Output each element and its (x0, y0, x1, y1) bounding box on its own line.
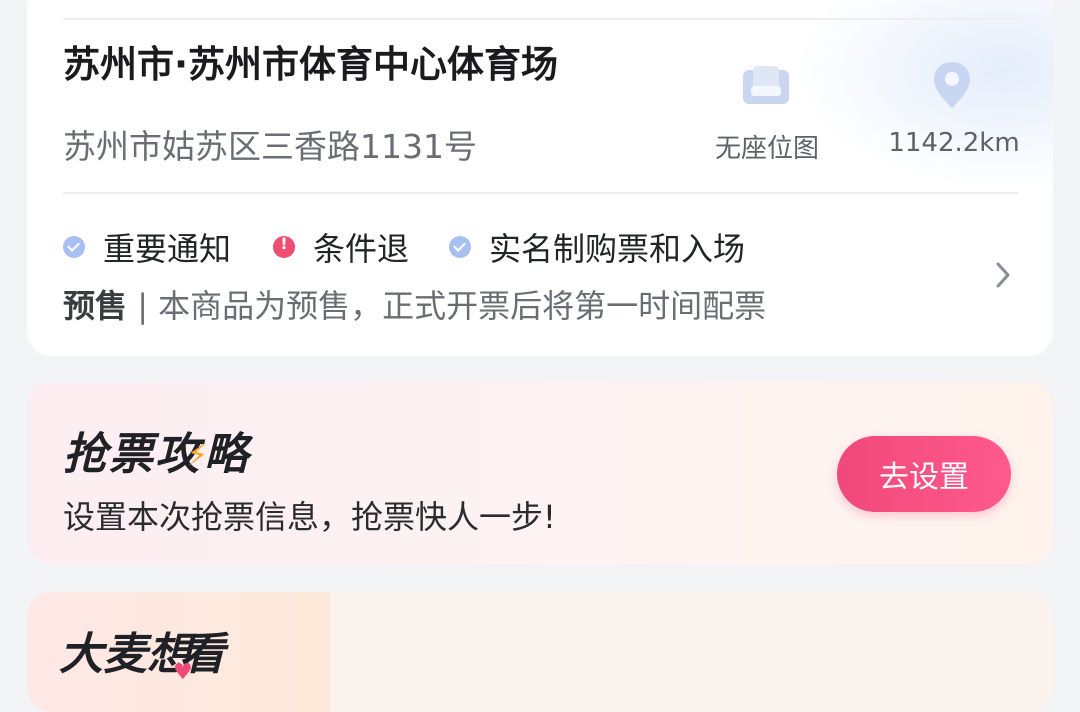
want-to-see-card: 大麦想♥看 (27, 592, 1053, 712)
venue-name[interactable]: 苏州市·苏州市体育中心体育场 (63, 34, 558, 88)
seat-map-icon[interactable] (739, 62, 793, 110)
venue-card: 苏州市·苏州市体育中心体育场 苏州市姑苏区三香路1131号 无座位图 1142.… (27, 0, 1053, 356)
strategy-subtitle: 设置本次抢票信息，抢票快人一步! (63, 498, 556, 536)
notice-tag-realname[interactable]: 实名制购票和入场 (449, 224, 745, 270)
want-title-part: 大麦 (59, 629, 147, 680)
strategy-title-part: 略 (204, 429, 251, 480)
presale-notice[interactable]: 预售 | 本商品为预售，正式开票后将第一时间配票 (63, 281, 766, 327)
strategy-title: 抢票攻⚡略 (63, 418, 250, 482)
presale-label: 预售 (63, 287, 128, 325)
strategy-title-part: 抢票 (63, 429, 155, 480)
top-divider (63, 18, 1019, 20)
notice-tag-label: 实名制购票和入场 (489, 230, 746, 268)
go-settings-button[interactable]: 去设置 (837, 436, 1011, 512)
check-badge-icon (449, 236, 471, 258)
notice-tag-label: 重要通知 (103, 230, 232, 268)
mid-divider (63, 192, 1019, 194)
check-badge-icon (63, 236, 85, 258)
notice-tag-refund[interactable]: 条件退 (273, 224, 409, 270)
venue-address[interactable]: 苏州市姑苏区三香路1131号 (63, 120, 477, 168)
seat-map-label[interactable]: 无座位图 (707, 128, 827, 165)
notice-tag-important[interactable]: 重要通知 (63, 224, 231, 270)
chevron-right-icon[interactable] (993, 260, 1013, 290)
warning-icon (273, 234, 295, 258)
want-title: 大麦想♥看 (59, 618, 225, 685)
presale-text: | 本商品为预售，正式开票后将第一时间配票 (127, 287, 767, 325)
heart-icon: ♥ (173, 660, 193, 685)
lightning-icon: ⚡ (187, 438, 211, 473)
ticket-strategy-card: 抢票攻⚡略 设置本次抢票信息，抢票快人一步! 去设置 (27, 382, 1053, 564)
venue-card-glow (793, 0, 1053, 190)
distance-label[interactable]: 1142.2km (879, 128, 1029, 158)
notice-tag-label: 条件退 (313, 230, 410, 268)
location-pin-icon[interactable] (931, 60, 973, 110)
